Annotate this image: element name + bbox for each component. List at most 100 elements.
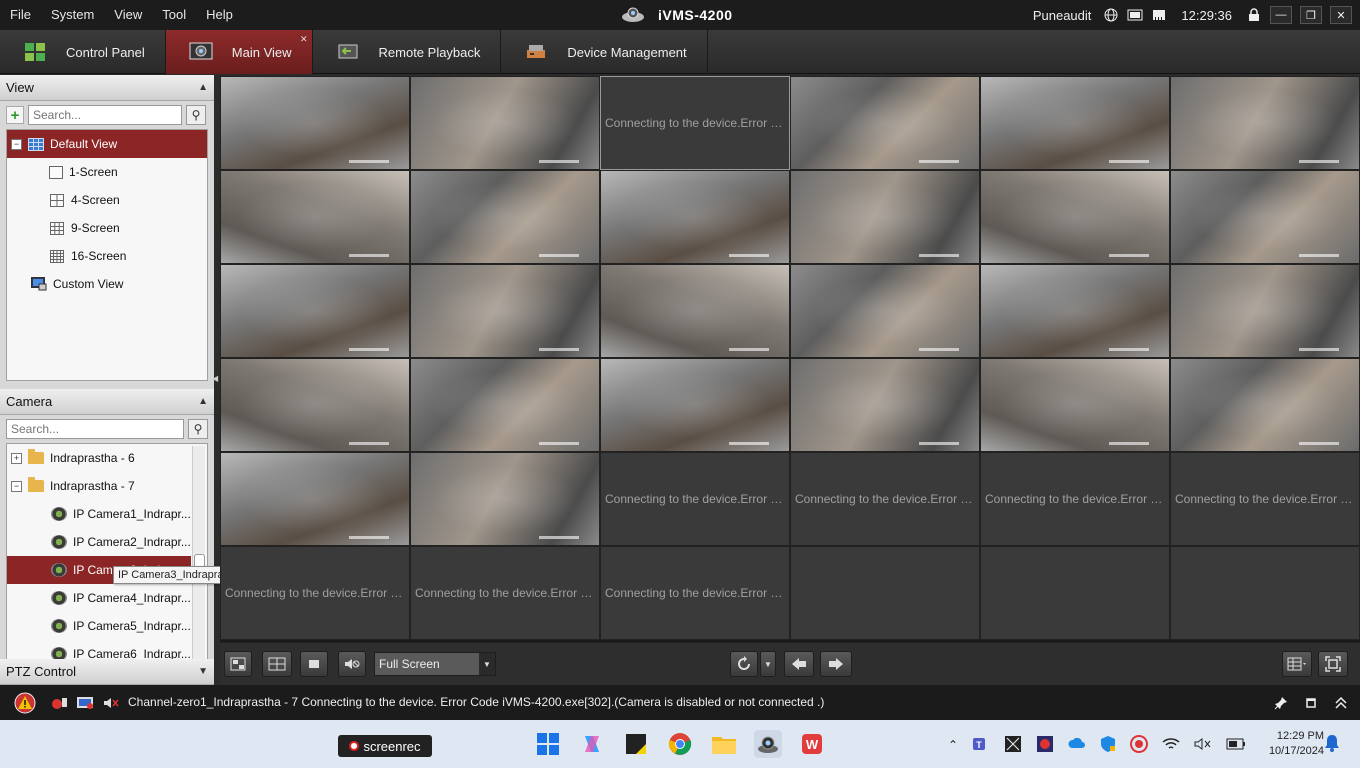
camera-search-input[interactable] (6, 419, 184, 439)
layout-menu-button[interactable] (1282, 651, 1312, 677)
tree-item-indraprastha-7[interactable]: − Indraprastha - 7 (7, 472, 207, 500)
close-button[interactable]: ✕ (1330, 6, 1352, 24)
mute-icon[interactable] (338, 651, 366, 677)
menu-file[interactable]: File (0, 0, 41, 30)
tree-item-camera5[interactable]: IP Camera5_Indrapr... (7, 612, 207, 640)
camera-feed-tile[interactable] (220, 76, 410, 170)
auto-switch-dropdown[interactable]: ▼ (760, 651, 776, 677)
menu-help[interactable]: Help (196, 0, 243, 30)
windows-start-icon[interactable] (534, 730, 562, 758)
camera-error-tile[interactable]: Connecting to the device.Error Code iVMS… (1170, 452, 1360, 546)
camera-feed-tile[interactable] (410, 76, 600, 170)
camera-feed-tile[interactable] (980, 264, 1170, 358)
tab-main-view[interactable]: Main View ✕ (165, 30, 313, 74)
stop-all-button[interactable] (300, 651, 328, 677)
camera-error-tile[interactable]: Connecting to the device.Error Code iVMS… (600, 452, 790, 546)
audio-muted-icon[interactable] (102, 694, 120, 712)
recording-icon[interactable] (1130, 734, 1149, 756)
camera-feed-tile[interactable] (600, 358, 790, 452)
ram-icon[interactable] (1151, 7, 1167, 23)
fullscreen-select[interactable]: Full Screen ▼ (374, 652, 496, 676)
notification-bell-icon[interactable] (1324, 734, 1342, 754)
chevron-up-icon[interactable]: ⌃ (948, 738, 958, 752)
menu-view[interactable]: View (104, 0, 152, 30)
collapse-left-panel-icon[interactable]: ◀ (212, 374, 218, 384)
copilot-icon[interactable] (578, 730, 606, 758)
camera-feed-tile[interactable] (410, 358, 600, 452)
camera-error-tile[interactable]: Connecting to the device.Error Code iVMS… (980, 452, 1170, 546)
empty-tile[interactable] (790, 546, 980, 640)
tree-item-camera2[interactable]: IP Camera2_Indrapr... (7, 528, 207, 556)
close-tab-icon[interactable]: ✕ (300, 34, 308, 45)
alarm-icon[interactable] (50, 694, 68, 712)
tree-item-custom-view[interactable]: Custom View (7, 270, 207, 298)
camera-feed-tile[interactable] (1170, 76, 1360, 170)
camera-feed-tile[interactable] (410, 264, 600, 358)
view-search-input[interactable] (28, 105, 182, 125)
tree-item-indraprastha-6[interactable]: + Indraprastha - 6 (7, 444, 207, 472)
chevron-down-icon[interactable]: ▼ (479, 653, 495, 675)
camera-error-tile[interactable]: Connecting to the device.Error Code iVMS… (220, 546, 410, 640)
tree-item-4-screen[interactable]: 4-Screen (7, 186, 207, 214)
maximize-panel-icon[interactable] (1302, 694, 1320, 712)
camera-feed-tile[interactable] (220, 358, 410, 452)
camera-feed-tile[interactable] (600, 170, 790, 264)
sticky-notes-icon[interactable] (622, 730, 650, 758)
camera-feed-tile[interactable] (790, 264, 980, 358)
empty-tile[interactable] (980, 546, 1170, 640)
camera-error-tile[interactable]: Connecting to the device.Error Code iVMS… (790, 452, 980, 546)
camera-feed-tile[interactable] (980, 76, 1170, 170)
camera-error-tile[interactable]: Connecting to the device.Error Code iVMS… (600, 546, 790, 640)
minimize-button[interactable]: — (1270, 6, 1292, 24)
tree-item-default-view[interactable]: − Default View (7, 130, 207, 158)
screenrec-widget[interactable]: screenrec (338, 735, 432, 757)
camera-error-tile[interactable]: Connecting to the device.Error Code iVMS… (410, 546, 600, 640)
warning-icon[interactable] (14, 692, 36, 714)
camera-feed-tile[interactable] (410, 452, 600, 546)
collapse-icon[interactable]: ▲ (198, 82, 208, 93)
auto-switch-button[interactable] (730, 651, 758, 677)
collapse-node-icon[interactable]: − (11, 480, 22, 492)
tree-item-9-screen[interactable]: 9-Screen (7, 214, 207, 242)
next-page-button[interactable] (820, 651, 852, 677)
collapse-node-icon[interactable]: − (11, 138, 22, 150)
tab-remote-playback[interactable]: Remote Playback (313, 30, 502, 74)
teams-icon[interactable]: T (972, 735, 990, 756)
battery-icon[interactable] (1226, 738, 1246, 753)
camera-feed-tile[interactable] (220, 170, 410, 264)
tab-device-management[interactable]: Device Management (501, 30, 708, 74)
event-monitor-icon[interactable] (76, 694, 94, 712)
tree-item-16-screen[interactable]: 16-Screen (7, 242, 207, 270)
wps-office-icon[interactable]: W (798, 730, 826, 758)
tab-control-panel[interactable]: Control Panel (0, 30, 166, 74)
hdd-icon[interactable] (1127, 7, 1143, 23)
menu-tool[interactable]: Tool (152, 0, 196, 30)
pin-icon[interactable] (1272, 694, 1290, 712)
empty-tile[interactable] (1170, 546, 1360, 640)
tree-item-camera4[interactable]: IP Camera4_Indrapr... (7, 584, 207, 612)
previous-page-button[interactable] (784, 651, 814, 677)
onedrive-sync-icon[interactable] (1068, 736, 1086, 755)
camera-feed-tile[interactable] (790, 358, 980, 452)
collapse-icon[interactable]: ▲ (198, 396, 208, 407)
ptz-panel-header[interactable]: PTZ Control ▼ (0, 659, 214, 685)
expand-icon[interactable]: ▼ (198, 666, 208, 677)
camera-tree-scrollbar[interactable] (192, 446, 205, 664)
camera-panel-header[interactable]: Camera ▲ (0, 389, 214, 415)
camera-feed-tile[interactable] (980, 170, 1170, 264)
save-view-button[interactable] (224, 651, 252, 677)
fullscreen-icon[interactable] (1318, 651, 1348, 677)
camera-feed-tile[interactable] (220, 452, 410, 546)
expand-node-icon[interactable]: + (11, 452, 22, 464)
file-explorer-icon[interactable] (710, 730, 738, 758)
menu-system[interactable]: System (41, 0, 104, 30)
camera-feed-tile[interactable] (790, 170, 980, 264)
restore-button[interactable]: ❐ (1300, 6, 1322, 24)
view-panel-header[interactable]: View ▲ (0, 75, 214, 101)
tray-app-icon[interactable] (1004, 735, 1022, 756)
ivms-taskbar-icon[interactable] (754, 730, 782, 758)
camera-feed-tile[interactable] (1170, 170, 1360, 264)
globe-icon[interactable] (1103, 7, 1119, 23)
security-icon[interactable] (1100, 735, 1116, 756)
search-icon[interactable]: ⚲ (188, 419, 208, 439)
